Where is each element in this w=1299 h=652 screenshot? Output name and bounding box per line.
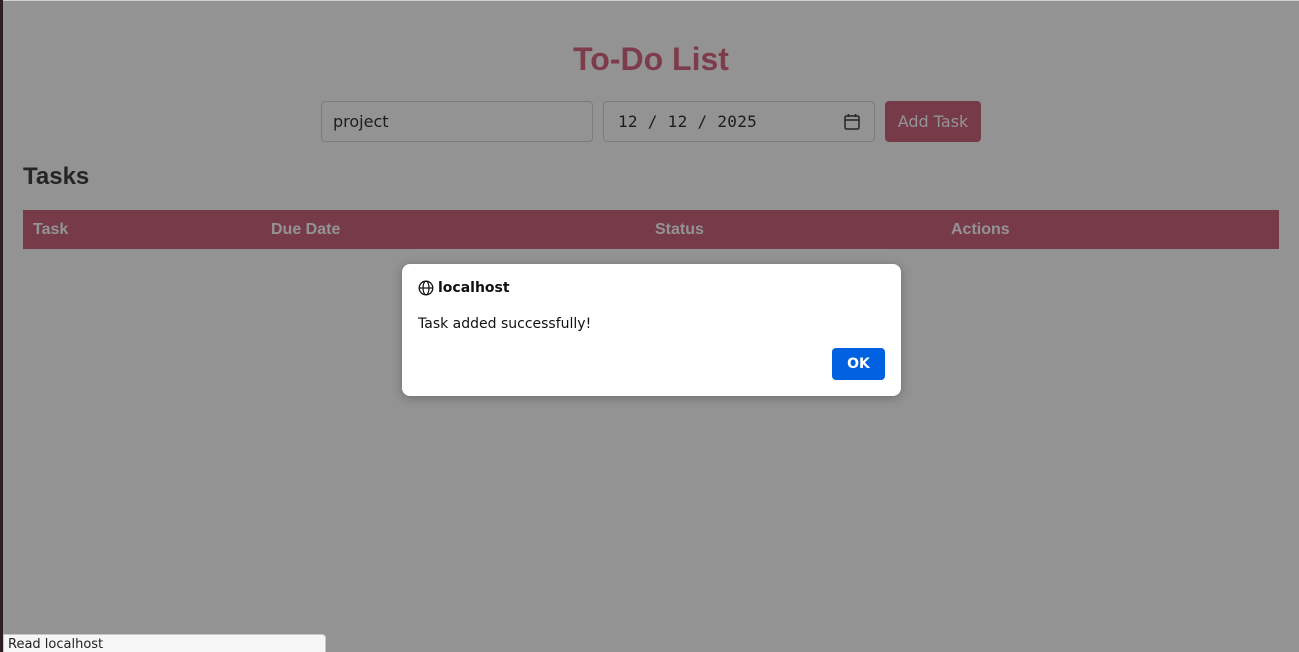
browser-viewport: To-Do List 12 / 12 / 2025 Add Task Tasks… (3, 0, 1299, 652)
globe-icon (418, 280, 434, 296)
alert-dialog: localhost Task added successfully! OK (402, 264, 901, 396)
status-bar: Read localhost (3, 634, 326, 652)
dialog-origin-label: localhost (438, 280, 510, 296)
ok-button[interactable]: OK (832, 348, 885, 380)
dialog-origin: localhost (418, 280, 510, 296)
dialog-message: Task added successfully! (418, 316, 592, 332)
